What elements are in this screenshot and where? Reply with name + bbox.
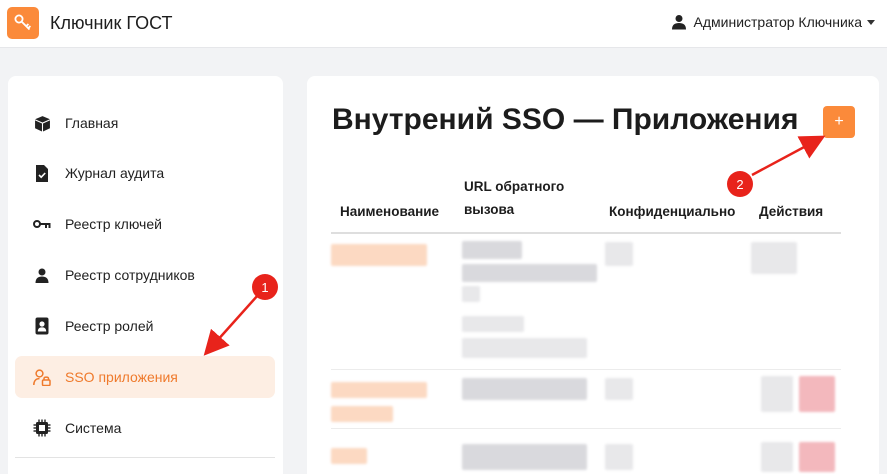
sidebar-item-key-registry[interactable]: Реестр ключей	[15, 203, 275, 245]
row-name-redacted	[331, 244, 427, 266]
sidebar-item-home[interactable]: Главная	[15, 102, 275, 144]
sidebar-item-label: Главная	[65, 115, 119, 131]
row-confidential-redacted	[605, 444, 633, 470]
row-name-redacted	[331, 406, 393, 422]
document-check-icon	[33, 164, 51, 182]
sidebar: Главная Журнал аудита Реестр ключей Реес…	[8, 76, 283, 474]
column-header-callback-url[interactable]: URL обратного вызова	[464, 175, 594, 221]
sidebar-item-audit-log[interactable]: Журнал аудита	[15, 152, 275, 194]
chevron-down-icon	[867, 19, 875, 25]
key-icon	[33, 215, 51, 233]
row-divider	[331, 369, 841, 370]
sidebar-item-label: Система	[65, 420, 122, 436]
user-name: Администратор Ключника	[693, 14, 862, 30]
sidebar-item-employee-registry[interactable]: Реестр сотрудников	[15, 254, 275, 296]
annotation-marker-2: 2	[727, 171, 753, 197]
top-navbar: Ключник ГОСТ Администратор Ключника	[0, 0, 887, 48]
main-panel: Внутрений SSO — Приложения + Наименовани…	[307, 76, 879, 474]
sidebar-item-label: Журнал аудита	[65, 165, 165, 181]
sidebar-item-label: Реестр ролей	[65, 318, 154, 334]
row-url-redacted	[462, 264, 597, 282]
user-lock-icon	[33, 368, 51, 386]
sidebar-divider	[15, 457, 275, 458]
chip-icon	[33, 419, 51, 437]
sidebar-item-system[interactable]: Система	[15, 407, 275, 449]
sidebar-item-label: Реестр ключей	[65, 216, 162, 232]
user-icon	[671, 14, 687, 30]
table-header-divider	[331, 232, 841, 234]
row-url-redacted	[462, 338, 587, 358]
row-url-redacted	[462, 241, 522, 259]
row-name-redacted	[331, 448, 367, 464]
app-title: Ключник ГОСТ	[50, 12, 173, 33]
row-confidential-redacted	[605, 378, 633, 400]
row-url-redacted	[462, 444, 587, 470]
row-url-redacted	[462, 378, 587, 400]
box-icon	[33, 114, 51, 132]
row-action-edit-redacted[interactable]	[761, 376, 793, 412]
row-url-redacted	[462, 286, 480, 302]
person-icon	[33, 266, 51, 284]
column-header-actions[interactable]: Действия	[759, 200, 823, 223]
app-logo-icon	[7, 7, 39, 39]
row-name-redacted	[331, 382, 427, 398]
sidebar-item-role-registry[interactable]: Реестр ролей	[15, 305, 275, 347]
row-actions-redacted[interactable]	[751, 242, 797, 274]
add-application-button[interactable]: +	[823, 106, 855, 138]
row-url-redacted	[462, 316, 524, 332]
column-header-name[interactable]: Наименование	[340, 200, 439, 223]
id-badge-icon	[33, 317, 51, 335]
row-action-delete-redacted[interactable]	[799, 376, 835, 412]
row-action-delete-redacted[interactable]	[799, 442, 835, 472]
sidebar-item-label: SSO приложения	[65, 369, 178, 385]
user-menu[interactable]: Администратор Ключника	[671, 14, 875, 30]
sidebar-item-sso-apps[interactable]: SSO приложения	[15, 356, 275, 398]
plus-icon: +	[834, 113, 844, 130]
sidebar-item-label: Реестр сотрудников	[65, 267, 195, 283]
column-header-confidential[interactable]: Конфиденциально	[609, 200, 735, 223]
row-action-edit-redacted[interactable]	[761, 442, 793, 472]
row-divider	[331, 428, 841, 429]
row-confidential-redacted	[605, 242, 633, 266]
annotation-marker-1: 1	[252, 274, 278, 300]
page-title: Внутрений SSO — Приложения	[332, 103, 799, 136]
brand[interactable]: Ключник ГОСТ	[7, 7, 172, 39]
